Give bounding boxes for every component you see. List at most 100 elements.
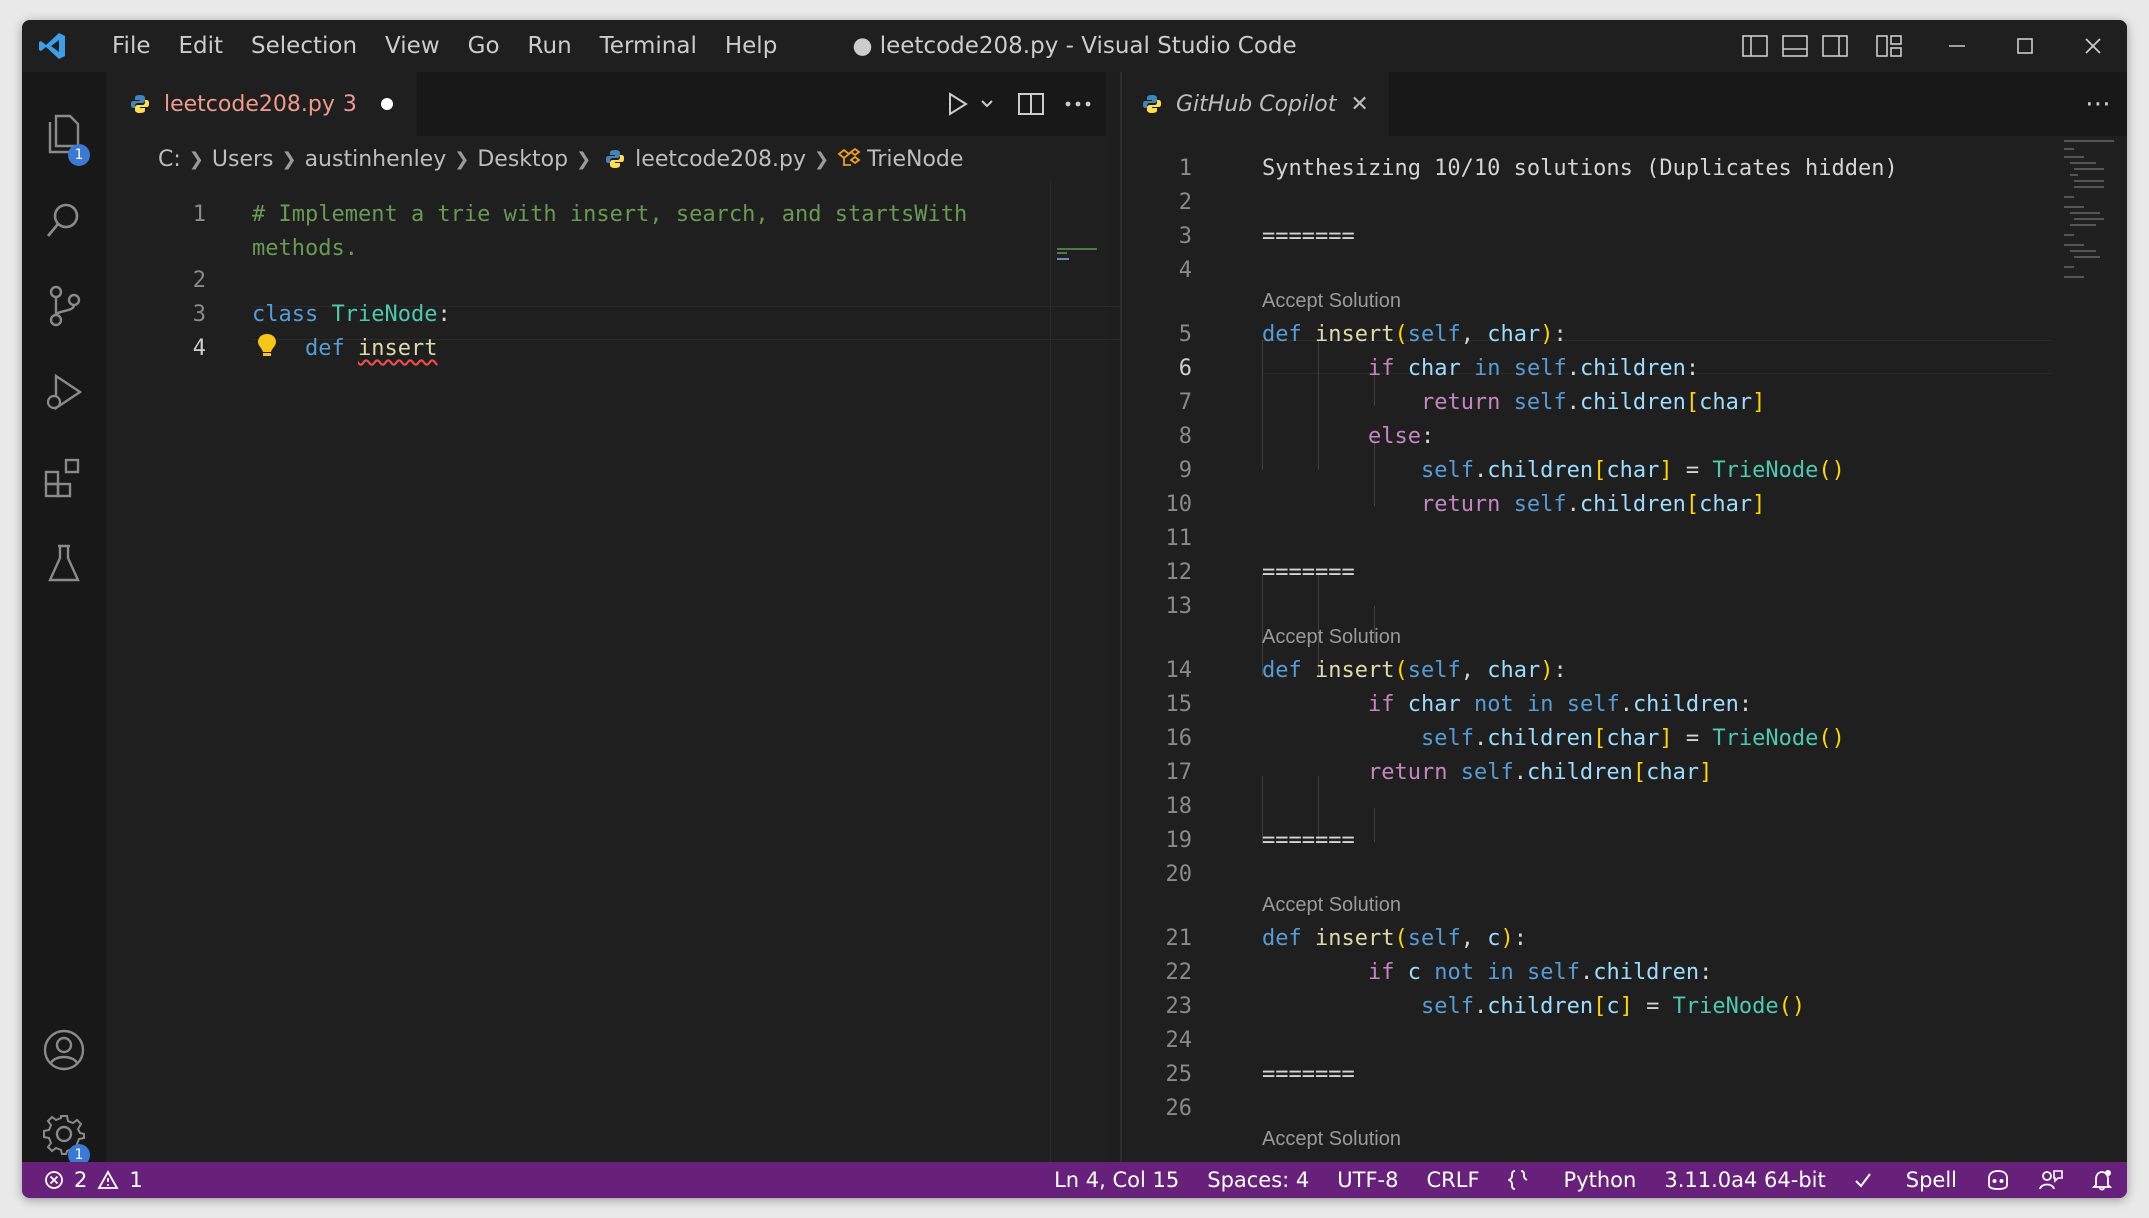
breadcrumb-user[interactable]: austinhenley [305,147,447,172]
lightbulb-icon[interactable] [256,332,278,360]
extensions-button[interactable] [22,436,106,520]
toggle-secondary-sidebar-icon[interactable] [1815,20,1855,72]
minimap[interactable] [2060,136,2120,296]
breadcrumb-drive[interactable]: C: [158,147,181,172]
line-number: 2 [1178,190,1192,215]
run-debug-icon [46,373,83,411]
line-number: 11 [1165,526,1193,551]
separator: ======= [1262,1062,1355,1087]
maximize-button[interactable] [1991,20,2059,72]
accounts-button[interactable] [22,1008,106,1092]
line-ending[interactable]: CRLF [1427,1168,1480,1192]
menu-view[interactable]: View [371,20,454,72]
code-line: return self.children[char] [1420,390,1766,415]
code-line: return self.children[char] [1420,492,1766,517]
more-icon[interactable]: ⋯ [2085,72,2111,136]
warning-count: 1 [129,1168,143,1192]
menu-edit[interactable]: Edit [165,20,238,72]
code-line: self.children[char] = TrieNode() [1420,458,1845,483]
indentation[interactable]: Spaces: 4 [1207,1168,1309,1192]
split-editor-icon[interactable] [1018,92,1044,116]
python-file-icon [606,150,625,168]
close-icon[interactable]: ✕ [1350,92,1368,117]
breadcrumb-users[interactable]: Users [212,147,274,172]
copilot-pane: GitHub Copilot ✕ ⋯ 1 2 3 4 5 6 7 8 9 10 … [1122,72,2127,1162]
explorer-badge: 1 [68,144,90,166]
tab-problem-count: 3 [342,91,357,117]
line-number: 5 [1178,322,1192,347]
line-number: 4 [1178,258,1192,283]
line-number: 1 [1178,156,1192,181]
menu-terminal[interactable]: Terminal [586,20,711,72]
source-control-button[interactable] [22,264,106,348]
breadcrumb-symbol[interactable]: TrieNode [867,147,963,172]
spell-check[interactable]: Spell [1854,1168,1957,1192]
class-symbol-icon [837,148,861,166]
copilot-header: Synthesizing 10/10 solutions (Duplicates… [1262,156,1898,181]
minimap-line [1057,248,1097,250]
python-file-icon [131,95,149,113]
breadcrumb-file[interactable]: leetcode208.py [635,147,806,172]
accept-solution-link[interactable]: Accept Solution [1262,1128,1401,1151]
menu-go[interactable]: Go [454,20,514,72]
toggle-primary-sidebar-icon[interactable] [1735,20,1775,72]
code-line: def insert(self, char): [1262,658,1567,683]
menu-run[interactable]: Run [514,20,586,72]
search-button[interactable] [22,178,106,262]
copilot-status[interactable] [1985,1169,2011,1191]
activity-bar: 1 1 [22,72,106,1166]
tab-leetcode208[interactable]: leetcode208.py 3 [106,72,417,136]
line-number: 1 [192,202,206,227]
code-line: if char not in self.children: [1367,692,1753,717]
code-line: return self.children[char] [1367,760,1713,785]
title-bar: File Edit Selection View Go Run Terminal… [22,20,2127,72]
code-line: if char in self.children: [1367,356,1700,381]
indent-guide [1374,808,1375,842]
minimap-line [1057,252,1067,254]
screen: File Edit Selection View Go Run Terminal… [0,0,2149,1218]
feedback-button[interactable] [2039,1169,2063,1191]
close-window-button[interactable] [2059,20,2127,72]
menu-selection[interactable]: Selection [237,20,371,72]
braces-icon [1507,1170,1527,1190]
line-number: 26 [1165,1096,1193,1121]
customize-layout-icon[interactable] [1869,20,1909,72]
keyword: class [252,302,319,327]
line-number: 3 [1178,224,1192,249]
explorer-button[interactable]: 1 [22,92,106,176]
code-line: self.children[char] = TrieNode() [1420,726,1845,751]
line-number: 21 [1165,926,1193,951]
accept-solution-link[interactable]: Accept Solution [1262,290,1401,313]
more-icon[interactable] [1064,92,1092,116]
code-line: self.children[c] = TrieNode() [1420,994,1806,1019]
tab-github-copilot[interactable]: GitHub Copilot ✕ [1122,72,1389,136]
accept-solution-link[interactable]: Accept Solution [1262,894,1401,917]
toggle-panel-icon[interactable] [1775,20,1815,72]
encoding[interactable]: UTF-8 [1337,1168,1398,1192]
line-number: 24 [1165,1028,1193,1053]
testing-icon [48,544,80,582]
chevron-right-icon: ❯ [814,148,830,170]
menu-help[interactable]: Help [711,20,791,72]
chevron-right-icon: ❯ [188,148,204,170]
menu-file[interactable]: File [98,20,165,72]
python-file-icon [1143,95,1161,113]
testing-button[interactable] [22,522,106,606]
code-line-1b: methods. [252,236,358,261]
bell-icon [2091,1170,2113,1191]
unsaved-dot-icon[interactable] [380,98,393,110]
accept-solution-link[interactable]: Accept Solution [1262,626,1401,649]
run-icon[interactable] [946,91,998,117]
language-mode[interactable]: Python [1507,1168,1636,1192]
line-number: 22 [1165,960,1193,985]
notifications-button[interactable] [2091,1169,2113,1191]
punct: : [437,302,451,327]
line-number: 8 [1178,424,1192,449]
minimize-button[interactable] [1923,20,1991,72]
cursor-position[interactable]: Ln 4, Col 15 [1054,1168,1179,1192]
python-interpreter[interactable]: 3.11.0a4 64-bit [1664,1168,1825,1192]
minimap[interactable] [1050,182,1107,1162]
run-debug-button[interactable] [22,350,106,434]
problems-indicator[interactable]: 2 1 [44,1162,143,1198]
breadcrumb-desktop[interactable]: Desktop [477,147,568,172]
